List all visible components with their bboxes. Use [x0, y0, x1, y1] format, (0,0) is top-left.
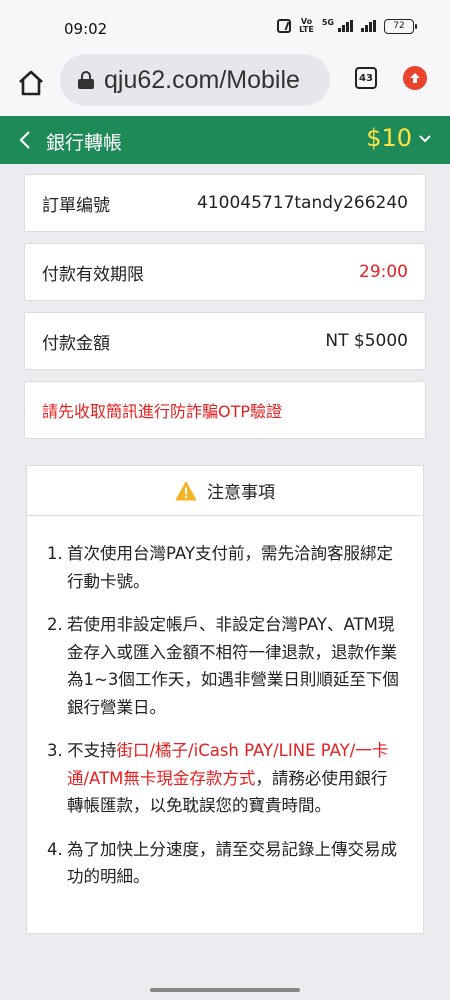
chevron-down-icon[interactable]: [418, 132, 432, 146]
payment-amount-label: 付款金額: [42, 333, 110, 354]
warning-icon: [175, 481, 197, 500]
notice-list: 1. 首次使用台灣PAY支付前，需先洽詢客服綁定行動卡號。 2. 若使用非設定帳…: [27, 516, 423, 933]
lock-icon: [78, 71, 94, 89]
notice-item-number: 1.: [47, 544, 63, 563]
order-number-row: 訂單编號 410045717tandy266240: [24, 174, 426, 232]
status-bar: 09:02 Vo LTE 5G 72: [0, 0, 450, 52]
notice-item-text: 若使用非設定帳戶、非設定台灣PAY、ATM現金存入或匯入金額不相符一律退款，退款…: [67, 615, 399, 717]
address-bar[interactable]: qju62.com/Mobile: [60, 54, 330, 106]
otp-warning: 請先收取簡訊進行防詐騙OTP驗證: [24, 381, 426, 439]
signal-icon-2: [361, 20, 376, 32]
notice-item-number: 4.: [47, 839, 63, 859]
notice-item-text-before: 不支持: [67, 741, 117, 760]
notice-panel: 注意事項 1. 首次使用台灣PAY支付前，需先洽詢客服綁定行動卡號。 2. 若使…: [26, 465, 424, 934]
order-number-value: 410045717tandy266240: [197, 193, 408, 213]
tab-count: 43: [359, 72, 373, 84]
nfc-icon: [277, 19, 292, 33]
browser-toolbar: qju62.com/Mobile 43: [0, 52, 450, 116]
payment-deadline-value: 29:00: [359, 262, 408, 282]
payment-amount-row: 付款金額 NT $5000: [24, 312, 426, 370]
main-content: 訂單编號 410045717tandy266240 付款有效期限 29:00 付…: [0, 164, 450, 934]
notice-item-text: 首次使用台灣PAY支付前，需先洽詢客服綁定行動卡號。: [67, 544, 393, 591]
battery-level: 72: [393, 21, 405, 31]
balance-amount[interactable]: $10: [366, 124, 412, 152]
payment-deadline-row: 付款有效期限 29:00: [24, 243, 426, 301]
update-icon[interactable]: [403, 66, 427, 90]
order-number-label: 訂單编號: [42, 195, 110, 216]
home-indicator[interactable]: [150, 988, 300, 992]
notice-item: 2. 若使用非設定帳戶、非設定台灣PAY、ATM現金存入或匯入金額不相符一律退款…: [47, 611, 403, 721]
notice-item-text: 不支持街口/橘子/iCash PAY/LINE PAY/一卡通/ATM無卡現金存…: [67, 737, 403, 820]
notice-item: 1. 首次使用台灣PAY支付前，需先洽詢客服綁定行動卡號。: [47, 540, 403, 595]
notice-header: 注意事項: [27, 466, 423, 516]
notice-title: 注意事項: [207, 483, 275, 503]
notice-item-number: 3.: [47, 741, 63, 760]
page-title: 銀行轉帳: [46, 132, 123, 154]
payment-deadline-label: 付款有效期限: [42, 264, 144, 285]
status-time: 09:02: [64, 20, 108, 38]
home-icon[interactable]: [16, 68, 46, 98]
payment-amount-value: NT $5000: [325, 331, 408, 351]
notice-item: 4. 為了加快上分速度，請至交易記錄上傳交易成功的明細。: [47, 836, 403, 891]
notice-item-text: 為了加快上分速度，請至交易記錄上傳交易成功的明細。: [67, 839, 397, 887]
signal-icon: [338, 20, 353, 32]
app-header: 銀行轉帳 $10: [0, 116, 450, 164]
notice-item-number: 2.: [47, 615, 63, 634]
otp-warning-text: 請先收取簡訊進行防詐騙OTP驗證: [42, 402, 283, 421]
network-type-label: 5G: [321, 18, 334, 27]
battery-icon: 72: [384, 18, 417, 34]
back-arrow-icon[interactable]: [16, 128, 36, 152]
status-icons: Vo LTE 5G 72: [277, 17, 417, 34]
notice-item: 3. 不支持街口/橘子/iCash PAY/LINE PAY/一卡通/ATM無卡…: [47, 737, 403, 820]
volte-icon: Vo LTE: [299, 17, 314, 34]
url-text: qju62.com/Mobile: [104, 65, 300, 94]
tab-switcher-button[interactable]: 43: [355, 67, 377, 89]
